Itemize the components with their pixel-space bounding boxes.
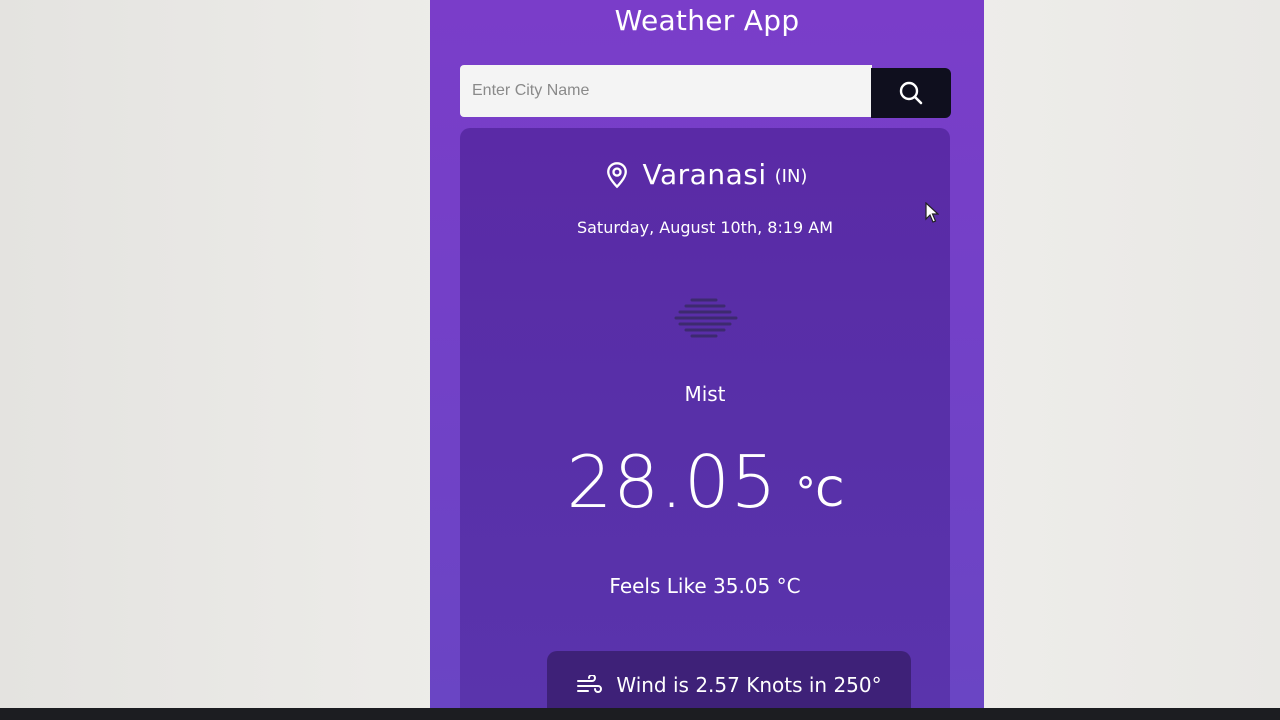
location: Varanasi (IN) xyxy=(460,158,950,191)
temperature: 28.05 °C xyxy=(460,446,950,518)
wind-info: Wind is 2.57 Knots in 250° xyxy=(547,651,911,708)
weather-condition: Mist xyxy=(684,382,726,406)
date-time: Saturday, August 10th, 8:19 AM xyxy=(576,218,834,237)
city-name: Varanasi xyxy=(642,158,767,191)
search-button[interactable] xyxy=(871,68,951,118)
weather-app-panel: Weather App Varanasi (IN) Saturday, Augu… xyxy=(430,0,984,708)
temperature-unit: °C xyxy=(795,470,844,516)
app-title: Weather App xyxy=(614,4,800,37)
mouse-cursor-icon xyxy=(925,202,939,223)
country-code: (IN) xyxy=(774,166,808,187)
monitor-bezel xyxy=(0,708,1280,720)
city-search-input[interactable] xyxy=(460,65,872,117)
weather-card: Varanasi (IN) Saturday, August 10th, 8:1… xyxy=(460,128,950,708)
wind-icon xyxy=(577,675,603,693)
mist-icon xyxy=(674,298,738,338)
feels-like: Feels Like 35.05 °C xyxy=(609,574,801,598)
search-icon xyxy=(899,81,923,105)
location-pin-icon xyxy=(606,161,627,188)
temperature-value: 28.05 xyxy=(566,440,778,524)
wind-text: Wind is 2.57 Knots in 250° xyxy=(616,673,882,697)
